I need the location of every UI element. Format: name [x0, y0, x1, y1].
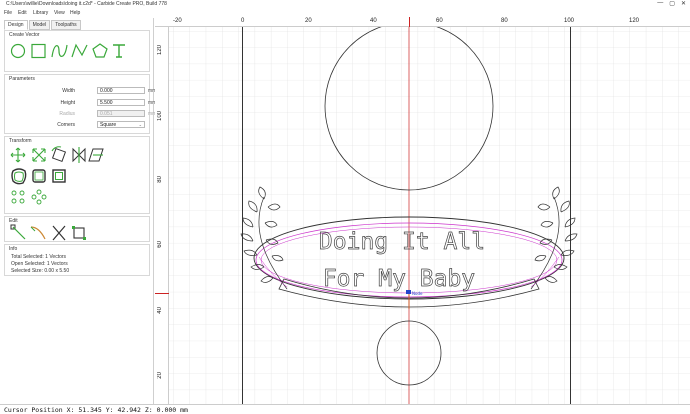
align-icon[interactable]	[52, 169, 66, 183]
circle-icon[interactable]	[10, 43, 26, 59]
move-icon[interactable]	[10, 147, 26, 163]
shear-icon[interactable]	[88, 148, 104, 162]
window-title: C:\Users\willie\Downloads\doing it.c2d* …	[6, 1, 167, 7]
info-header: Info	[9, 246, 18, 252]
minimize-button[interactable]: —	[657, 0, 663, 7]
ruler-top-label: 60	[436, 18, 443, 24]
width-field[interactable]: 0.000	[97, 87, 145, 94]
rotate-icon[interactable]	[51, 146, 67, 163]
boolean-icon[interactable]	[32, 169, 46, 183]
tab-toolpaths[interactable]: Toolpaths	[51, 20, 81, 30]
tab-design[interactable]: Design	[4, 20, 28, 30]
edit-section: Edit	[4, 216, 150, 242]
ruler-left-label: 40	[157, 307, 163, 314]
ruler-top-label: 100	[564, 18, 575, 24]
corners-row: Corners Square ⌄	[9, 121, 149, 129]
menu-file[interactable]: File	[4, 10, 12, 16]
menu-bar: File Edit Library View Help	[0, 9, 690, 17]
create-vector-icons	[10, 43, 125, 59]
info-selected-size: Selected Size: 0.00 x 5.50	[11, 268, 70, 274]
node-label: Node	[412, 291, 423, 296]
radius-label: Radius	[59, 111, 75, 117]
tab-model[interactable]: Model	[28, 20, 51, 30]
cursor-position: Cursor Position X: 51.345 Y: 42.942 Z: 0…	[4, 406, 188, 414]
trim-icon[interactable]	[30, 226, 46, 240]
ruler-top-label: 80	[501, 18, 508, 24]
chevron-down-icon: ⌄	[138, 122, 142, 127]
bounding-box-icon[interactable]	[72, 226, 86, 240]
parameters-section: Parameters Width 0.000 mm Height 5.500 m…	[4, 74, 156, 134]
height-label: Height	[60, 100, 75, 106]
curve-icon[interactable]	[51, 44, 68, 58]
design-drawing: Doing It All For My Baby Node	[169, 27, 690, 404]
ruler-top: -20 0 20 40 60 80 100 120	[155, 17, 690, 27]
ruler-cursor-marker-top	[409, 17, 410, 27]
circular-array-icon[interactable]	[31, 189, 47, 205]
info-open-selected: Open Selected: 1 Vectors	[11, 261, 68, 267]
ruler-top-label: -20	[173, 18, 182, 24]
ruler-left-label: 120	[157, 45, 163, 56]
ruler-top-label: 40	[370, 18, 377, 24]
create-vector-header: Create Vector	[9, 32, 40, 38]
edit-icons	[10, 224, 86, 241]
ruler-top-label: 0	[241, 18, 245, 24]
title-bar: C:\Users\willie\Downloads\doing it.c2d* …	[0, 0, 690, 9]
info-total-selected: Total Selected: 1 Vectors	[11, 254, 67, 260]
mirror-icon[interactable]	[72, 147, 86, 163]
polygon-icon[interactable]	[92, 43, 108, 58]
corners-label: Corners	[57, 122, 75, 128]
design-canvas[interactable]: -20 0 20 40 60 80 100 120 120 100 80 60 …	[155, 17, 690, 404]
polyline-icon[interactable]	[71, 43, 88, 58]
node-edit-icon[interactable]	[10, 224, 26, 240]
grid-area[interactable]: Doing It All For My Baby Node	[169, 27, 690, 404]
menu-help[interactable]: Help	[70, 10, 80, 16]
corners-value: Square	[100, 122, 117, 128]
menu-edit[interactable]: Edit	[18, 10, 27, 16]
transform-section: Transform	[4, 136, 150, 214]
ruler-left-label: 100	[157, 111, 163, 122]
ruler-left-label: 60	[157, 241, 163, 248]
window-controls: — ▢ ✕	[657, 0, 686, 7]
parameters-header: Parameters	[9, 76, 35, 82]
rectangle-icon[interactable]	[31, 43, 46, 59]
transform-icons	[10, 146, 104, 205]
design-text-line1[interactable]: Doing It All	[319, 229, 486, 256]
status-bar: Cursor Position X: 51.345 Y: 42.942 Z: 0…	[0, 404, 690, 414]
height-row: Height 5.500 mm	[9, 99, 156, 107]
left-panel: Design Model Toolpaths Create Vector Par…	[0, 18, 156, 404]
ruler-cursor-marker-left	[155, 293, 169, 294]
ruler-left-label: 20	[157, 372, 163, 379]
offset-icon[interactable]	[11, 168, 27, 185]
text-icon[interactable]	[113, 44, 125, 58]
close-button[interactable]: ✕	[681, 0, 686, 7]
ruler-top-label: 20	[305, 18, 312, 24]
ruler-left: 120 100 80 60 40 20	[155, 27, 169, 404]
menu-library[interactable]: Library	[33, 10, 48, 16]
corners-select[interactable]: Square ⌄	[97, 121, 145, 128]
info-section: Info Total Selected: 1 Vectors Open Sele…	[4, 244, 150, 276]
maximize-button[interactable]: ▢	[669, 0, 675, 7]
height-field[interactable]: 5.500	[97, 99, 145, 106]
radius-row: Radius 0.051 mm	[9, 110, 156, 118]
cut-icon[interactable]	[52, 225, 66, 241]
width-row: Width 0.000 mm	[9, 87, 156, 95]
panel-tabs: Design Model Toolpaths	[4, 20, 81, 30]
ruler-left-label: 80	[157, 176, 163, 183]
array-icon[interactable]	[11, 190, 25, 204]
create-vector-section: Create Vector	[4, 30, 150, 72]
width-label: Width	[62, 88, 75, 94]
ruler-top-label: 120	[629, 18, 640, 24]
resize-icon[interactable]	[32, 148, 46, 162]
grid-pattern	[169, 27, 690, 404]
selected-node[interactable]	[406, 290, 411, 294]
radius-field: 0.051	[97, 110, 145, 117]
transform-header: Transform	[9, 138, 32, 144]
design-text-line2[interactable]: For My Baby	[322, 266, 475, 293]
menu-view[interactable]: View	[54, 10, 65, 16]
